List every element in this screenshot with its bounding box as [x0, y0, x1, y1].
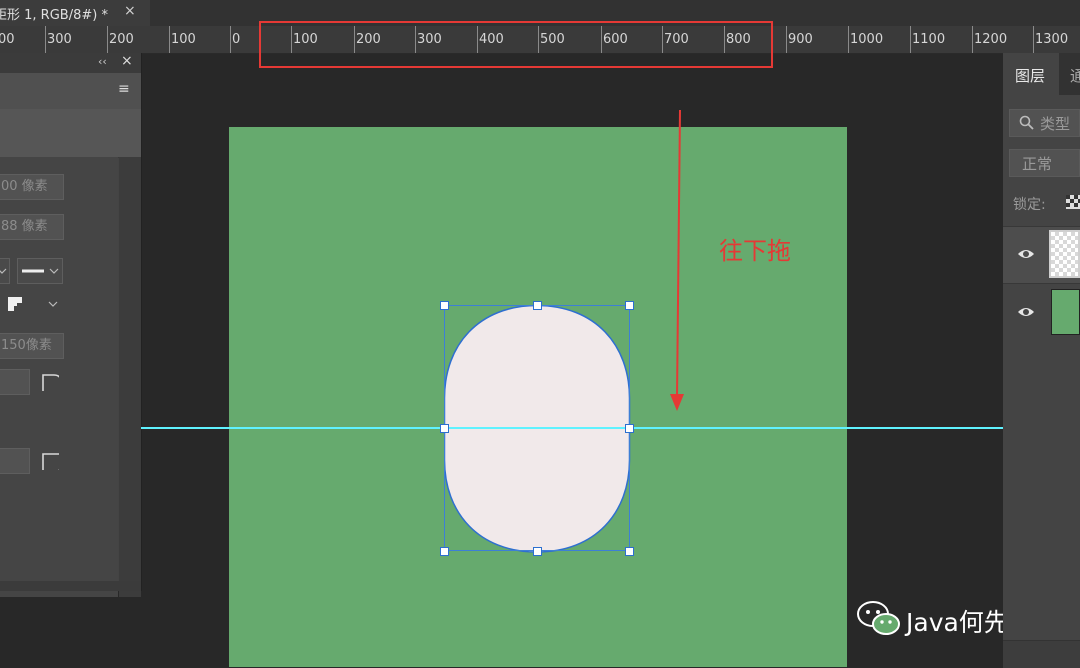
- ruler-label: 0: [232, 32, 241, 47]
- search-icon: [1019, 115, 1034, 130]
- properties-panel-titlebar: [0, 53, 141, 73]
- ruler-label: 100: [171, 32, 196, 47]
- properties-scrollbar[interactable]: [119, 157, 141, 597]
- tab-channels-label[interactable]: 通: [1070, 65, 1080, 86]
- lock-label: 锁定:: [1013, 197, 1046, 213]
- layer-thumbnail-green: [1051, 289, 1080, 335]
- ruler-tick: [230, 26, 231, 53]
- panel-menu-icon[interactable]: ≡: [118, 81, 130, 97]
- drag-down-annotation: 往下拖: [719, 237, 791, 265]
- ruler-tick: [786, 26, 787, 53]
- ruler-label: 1200: [974, 32, 1008, 47]
- lock-transparency-icon[interactable]: [1066, 195, 1080, 209]
- ruler-label: 200: [109, 32, 134, 47]
- stroke-type-dropdown[interactable]: [0, 258, 10, 284]
- close-panel-icon[interactable]: ×: [121, 53, 133, 69]
- drag-down-arrow-icon: [670, 109, 684, 411]
- layer-filter-label: 类型: [1040, 115, 1071, 133]
- corner-radius-field[interactable]: [0, 369, 30, 395]
- transform-handle-right[interactable]: [625, 424, 634, 433]
- ruler-tick: [1033, 26, 1034, 53]
- blend-mode-label: 正常: [1022, 155, 1053, 173]
- stroke-width-field[interactable]: 150像素: [0, 333, 64, 359]
- transform-handle-bottom-right[interactable]: [625, 547, 634, 556]
- line-style-icon: [22, 268, 59, 274]
- ruler-tick: [910, 26, 911, 53]
- close-tab-icon[interactable]: ×: [124, 3, 136, 19]
- transform-handle-bottom-left[interactable]: [440, 547, 449, 556]
- ruler-label: 00: [0, 32, 15, 47]
- join-style-icon: [8, 297, 58, 311]
- transform-handle-top[interactable]: [533, 301, 542, 310]
- properties-panel-band: [0, 109, 141, 158]
- corner-radius-icon[interactable]: [41, 452, 59, 470]
- eye-icon[interactable]: [1017, 247, 1035, 261]
- height-field[interactable]: 88 像素: [0, 214, 64, 240]
- ruler-tick: [169, 26, 170, 53]
- ruler-tick: [972, 26, 973, 53]
- ruler-label: 900: [788, 32, 813, 47]
- stroke-style-dropdown[interactable]: [17, 258, 63, 284]
- layer-thumbnail-transparent: [1049, 230, 1080, 278]
- transform-bounding-box: [444, 305, 630, 551]
- transform-handle-top-left[interactable]: [440, 301, 449, 310]
- corner-join-dropdown[interactable]: [0, 292, 63, 318]
- corner-radius-field-2[interactable]: [0, 448, 30, 474]
- width-field[interactable]: 00 像素: [0, 174, 64, 200]
- ruler-tick: [45, 26, 46, 53]
- ruler-highlight-box: [259, 21, 773, 68]
- ruler-label: 1300: [1035, 32, 1069, 47]
- layers-panel-body: [1003, 95, 1080, 667]
- layers-panel-footer: [1003, 640, 1080, 668]
- chevron-down-icon: [0, 268, 7, 274]
- collapse-panel-icon[interactable]: ‹‹: [98, 55, 107, 68]
- transform-handle-bottom[interactable]: [533, 547, 542, 556]
- ruler-label: 300: [47, 32, 72, 47]
- eye-icon[interactable]: [1017, 305, 1035, 319]
- transform-handle-top-right[interactable]: [625, 301, 634, 310]
- ruler-label: 1000: [850, 32, 884, 47]
- ruler-tick: [848, 26, 849, 53]
- document-tab-title: 矩形 1, RGB/8#) *: [0, 8, 108, 23]
- tab-layers-label: 图层: [1015, 67, 1046, 85]
- wechat-icon: [857, 601, 900, 635]
- ruler-label: 1100: [912, 32, 946, 47]
- properties-panel: ‹‹ × ≡ 00 像素 88 像素 150像素: [0, 53, 142, 597]
- corner-radius-icon[interactable]: [41, 373, 59, 391]
- ruler-tick: [107, 26, 108, 53]
- transform-handle-left[interactable]: [440, 424, 449, 433]
- properties-panel-footer: [0, 581, 141, 591]
